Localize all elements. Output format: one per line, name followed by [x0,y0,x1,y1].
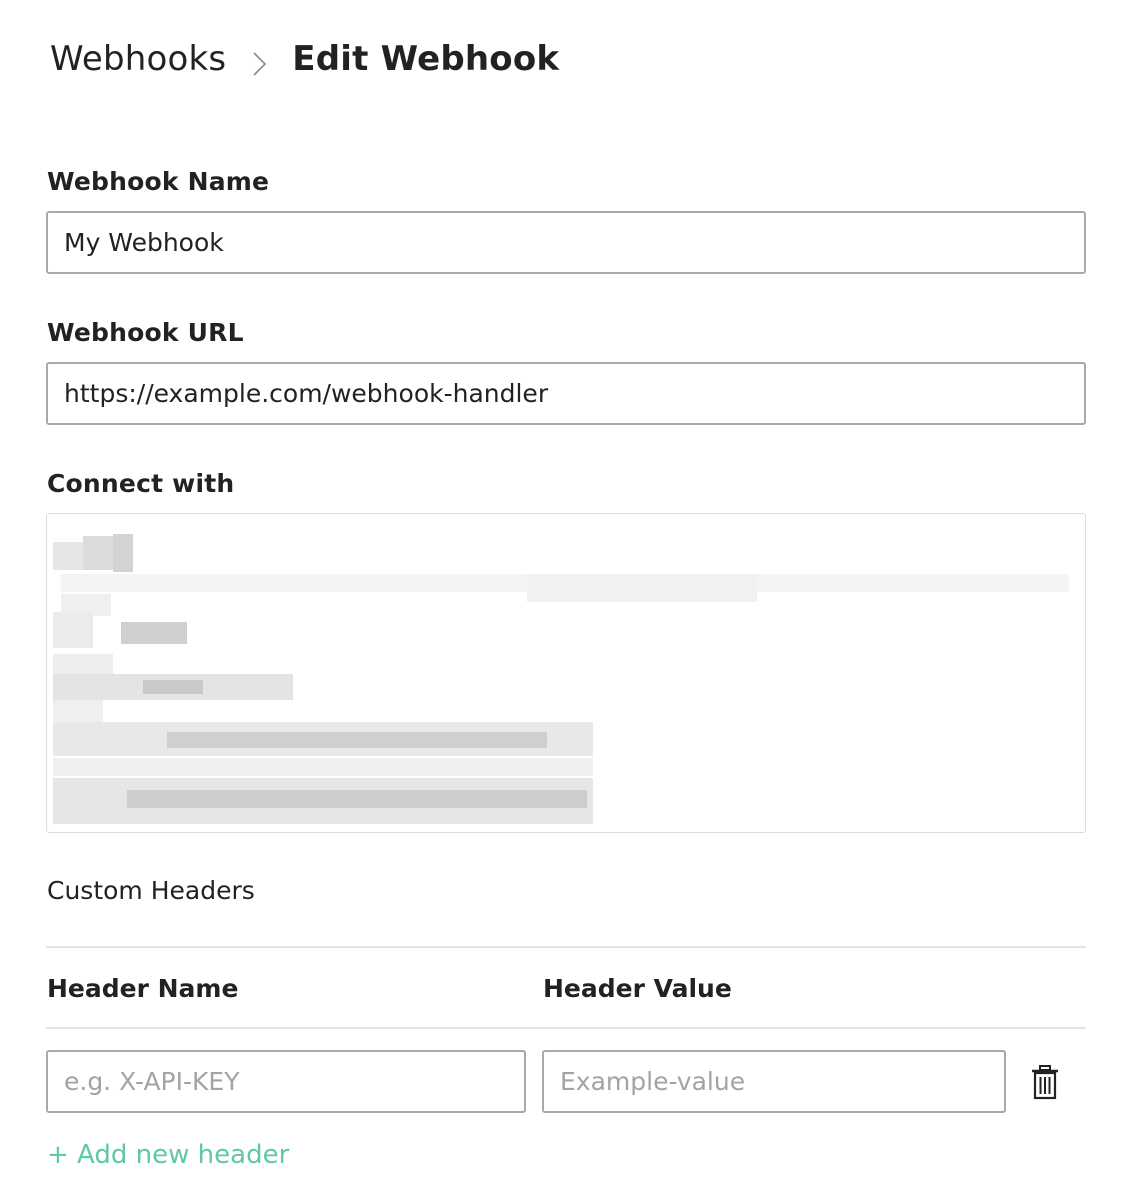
header-name-column: Header Name [47,974,239,1003]
breadcrumb: Webhooks Edit Webhook [50,36,559,82]
redacted-content [167,732,547,748]
redacted-content [113,534,133,572]
webhook-name-input[interactable] [46,211,1086,274]
webhook-url-label: Webhook URL [47,318,244,347]
header-name-input[interactable] [46,1050,526,1113]
redacted-content [53,700,103,722]
redacted-content [53,758,593,776]
trash-icon[interactable] [1028,1064,1062,1100]
redacted-content [53,612,93,648]
redacted-content [143,680,203,694]
custom-headers-heading: Custom Headers [47,876,255,905]
webhook-name-label: Webhook Name [47,167,270,196]
redacted-content [127,790,587,808]
page-title: Edit Webhook [292,39,560,79]
divider [46,1027,1086,1029]
header-value-input[interactable] [542,1050,1006,1113]
redacted-content [527,574,757,602]
connect-with-panel[interactable] [46,513,1086,833]
connect-with-label: Connect with [47,469,235,498]
webhook-url-input[interactable] [46,362,1086,425]
header-value-column: Header Value [543,974,732,1003]
redacted-content [53,654,113,676]
chevron-right-icon [248,46,270,76]
redacted-content [121,622,187,644]
add-new-header-link[interactable]: + Add new header [47,1140,289,1170]
redacted-content [53,542,83,570]
breadcrumb-webhooks-link[interactable]: Webhooks [50,39,226,79]
redacted-content [83,536,113,570]
divider [46,946,1086,948]
